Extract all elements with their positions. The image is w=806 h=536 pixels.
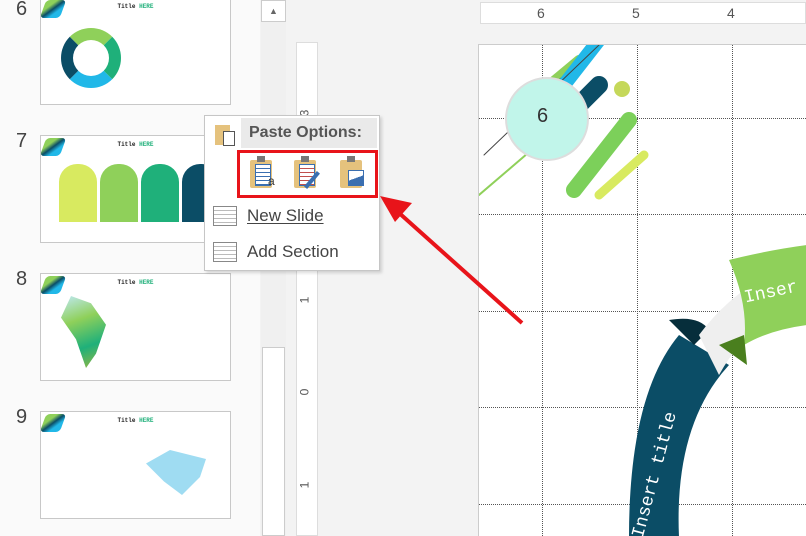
slide-thumbnail-6[interactable]: Title HERE	[40, 0, 231, 105]
slide-canvas[interactable]: 6 Insert title Inser	[478, 44, 806, 536]
horizontal-ruler: 6 5 4	[480, 2, 806, 24]
slide-number: 6	[16, 0, 28, 20]
thumb-title-accent: HERE	[139, 3, 154, 10]
highlight-box	[237, 150, 378, 198]
ruler-label: 5	[632, 5, 640, 21]
slide-thumbnail-7[interactable]: Title HERE	[40, 135, 231, 243]
menu-item-add-section[interactable]: Add Section	[205, 236, 379, 268]
thumb-title-accent: HERE	[139, 141, 154, 148]
ruler-label: 4	[727, 5, 735, 21]
thumb-title: Title	[117, 141, 136, 148]
thumb-title: Title	[117, 417, 136, 424]
ruler-label: 1	[297, 296, 312, 304]
map-graphic	[146, 450, 206, 495]
menu-item-new-slide[interactable]: New Slide	[205, 200, 379, 232]
paste-icon	[215, 122, 237, 146]
slide-thumbnail-9[interactable]: Title HERE	[40, 411, 231, 519]
cycle-diagram	[61, 28, 121, 88]
scrollbar-thumb[interactable]	[262, 347, 285, 536]
slide-number-badge: 6	[537, 105, 549, 127]
ruler-label: 0	[297, 388, 312, 396]
paste-options-header: Paste Options:	[241, 118, 377, 148]
menu-item-label: New Slide	[247, 206, 324, 225]
map-graphic	[61, 296, 106, 368]
menu-item-label: Add Section	[247, 242, 339, 261]
slide-thumbnail-8[interactable]: Title HERE	[40, 273, 231, 381]
slide-number: 8	[16, 268, 28, 290]
new-slide-icon	[213, 206, 237, 226]
add-section-icon	[213, 242, 237, 262]
slide-number: 9	[16, 406, 28, 428]
slide-number: 7	[16, 130, 28, 152]
ruler-label: 1	[297, 481, 312, 489]
ruler-label: 6	[537, 5, 545, 21]
thumb-title-accent: HERE	[139, 417, 154, 424]
thumb-title-accent: HERE	[139, 279, 154, 286]
thumb-title: Title	[117, 279, 136, 286]
thumb-title: Title	[117, 3, 136, 10]
scroll-up-arrow-icon[interactable]: ▲	[261, 0, 286, 22]
